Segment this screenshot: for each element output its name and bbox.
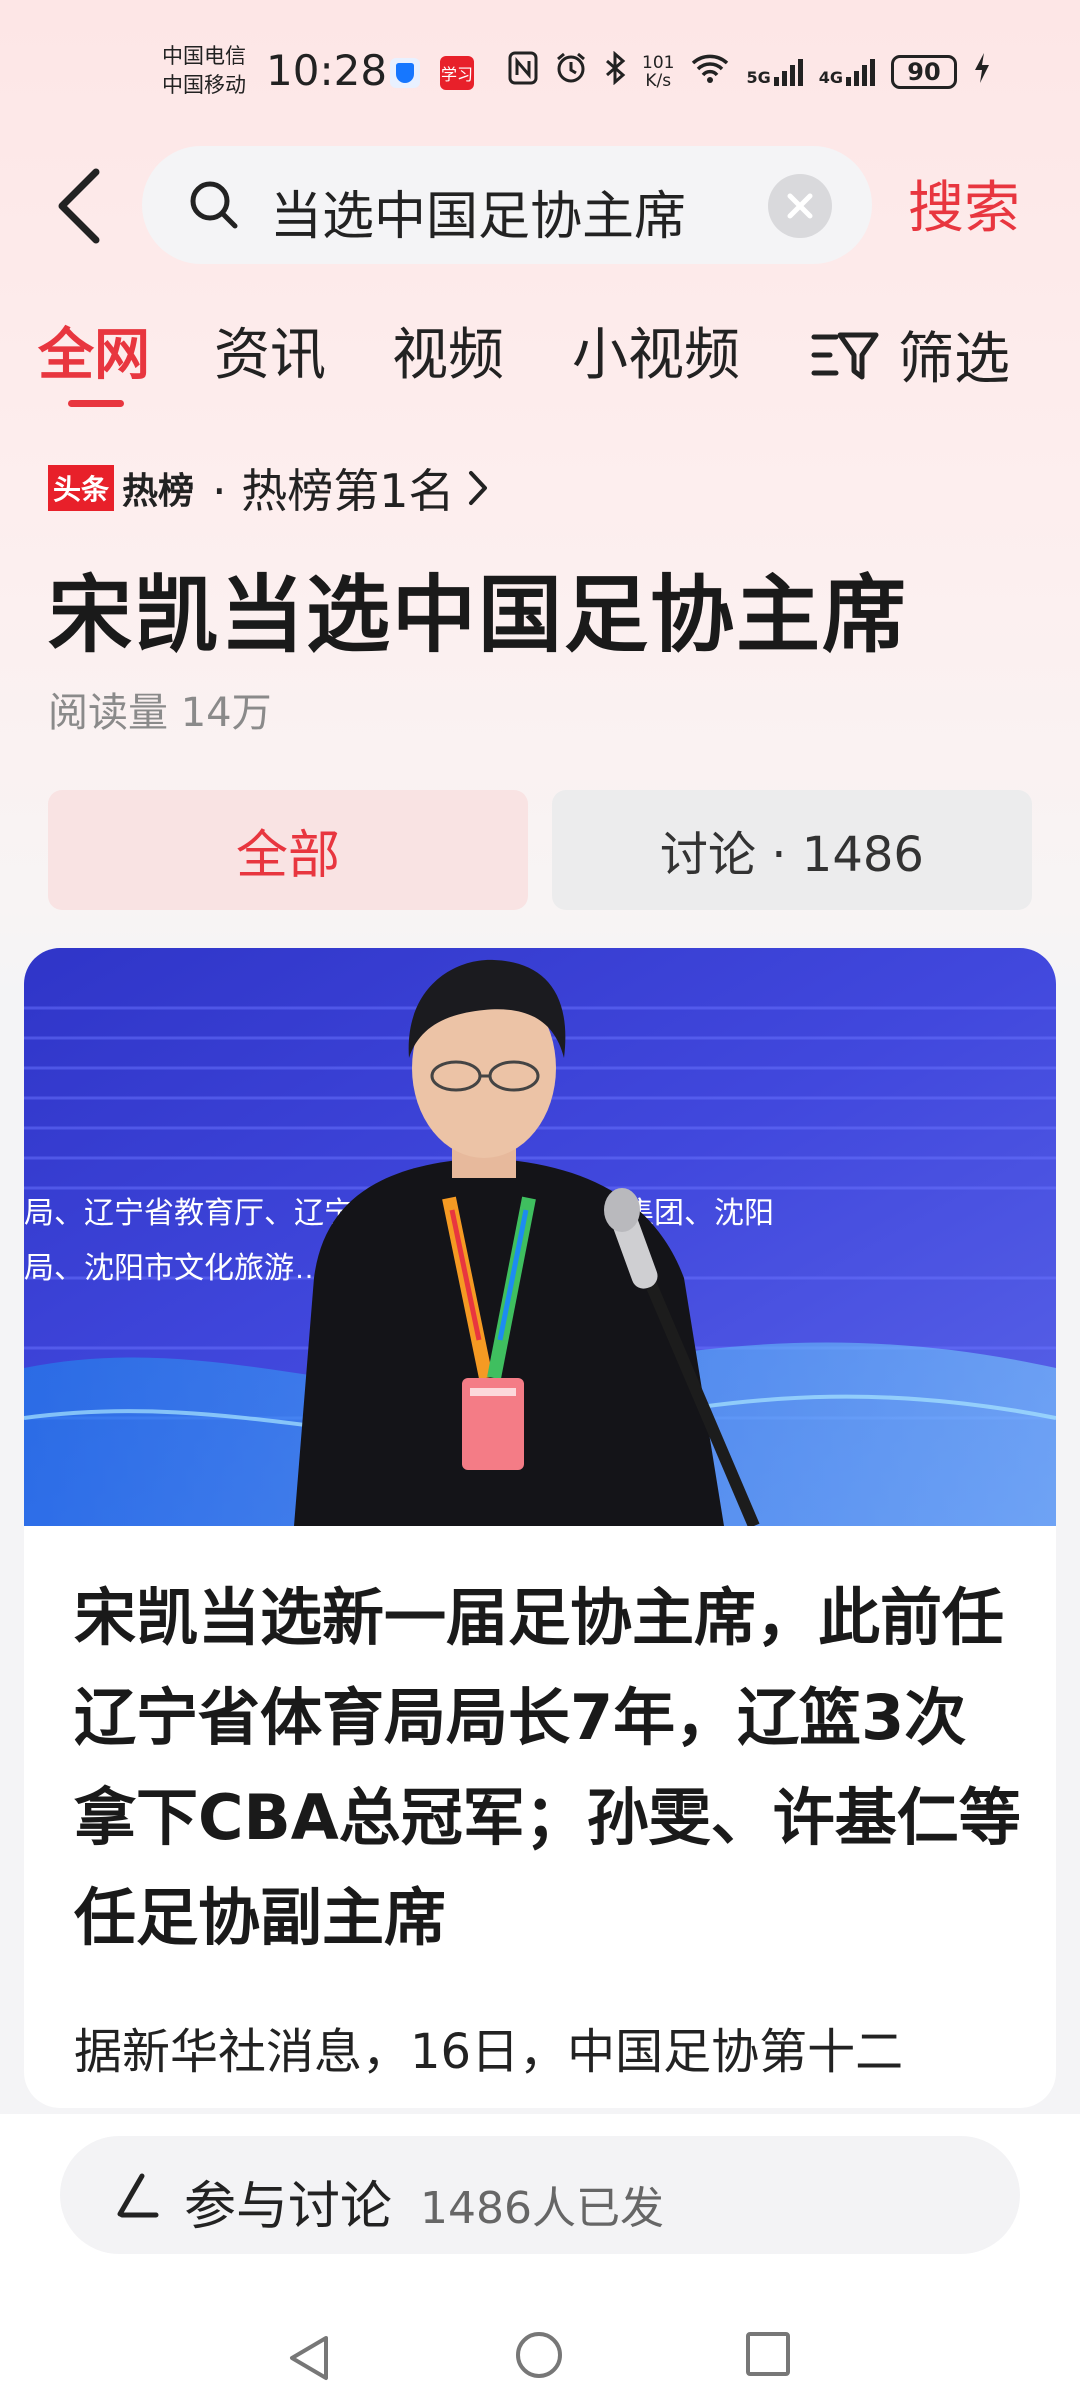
- carrier-1: 中国电信: [162, 44, 246, 68]
- signal-5g-icon: 5G: [746, 57, 803, 87]
- filter-label: 筛选: [898, 327, 1010, 392]
- article-title[interactable]: 宋凯当选新一届足协主席，此前任辽宁省体育局局长7年，辽篮3次拿下CBA总冠军；孙…: [74, 1568, 1024, 1968]
- article-snippet: 据新华社消息，16日，中国足协第十二: [74, 2024, 904, 2080]
- tab-video[interactable]: 视频: [392, 310, 504, 391]
- join-discussion-label: 参与讨论: [184, 2177, 393, 2237]
- nav-back-icon[interactable]: [286, 2334, 330, 2382]
- segment-discussion-button[interactable]: 讨论 · 1486: [552, 790, 1032, 910]
- signal-4g-icon: 4G: [819, 57, 875, 87]
- bottom-area: 参与讨论 1486人已发: [0, 2114, 1080, 2400]
- article-photo[interactable]: 局、辽宁省教育厅、辽宁省…辽宁省体育产业集团、沈阳 局、沈阳市文化旅游…体育局、…: [24, 948, 1056, 1526]
- battery-indicator: 90: [890, 55, 957, 89]
- hot-rank-text: · 热榜第1名: [212, 464, 455, 518]
- charging-icon: [973, 52, 991, 92]
- filter-button[interactable]: 筛选: [810, 314, 1010, 395]
- back-button[interactable]: [52, 166, 112, 246]
- category-tabs: 全网 资讯 视频 小视频 筛选: [0, 300, 1080, 410]
- hot-list-label: 热榜: [122, 471, 195, 512]
- carrier-2: 中国移动: [162, 73, 246, 97]
- carrier-info: 中国电信 中国移动: [162, 42, 246, 100]
- join-discussion-bar[interactable]: 参与讨论 1486人已发: [60, 2136, 1020, 2254]
- close-icon: [787, 193, 813, 219]
- chevron-right-icon: [468, 471, 487, 505]
- alarm-icon: [554, 51, 588, 93]
- system-nav-bar: [0, 2304, 1080, 2400]
- status-bar: 中国电信 中国移动 10:28 学习 101 K/s 5G 4G 90: [0, 0, 1080, 140]
- active-tab-indicator: [68, 400, 124, 407]
- status-time: 10:28: [266, 46, 388, 95]
- wifi-icon: [690, 52, 730, 92]
- security-app-icon: [390, 58, 420, 88]
- search-input[interactable]: 当选中国足协主席: [270, 174, 686, 249]
- topic-title: 宋凯当选中国足协主席: [48, 566, 909, 664]
- discussion-count: 1486人已发: [420, 2183, 664, 2234]
- toutiao-badge: 头条: [48, 465, 115, 511]
- segment-all-button[interactable]: 全部: [48, 790, 528, 910]
- search-bar[interactable]: 当选中国足协主席: [142, 146, 872, 264]
- clear-search-button[interactable]: [768, 174, 832, 238]
- filter-icon: [811, 332, 879, 379]
- study-app-icon: 学习: [440, 56, 474, 90]
- tab-all[interactable]: 全网: [38, 310, 150, 391]
- pen-icon: [112, 2170, 162, 2224]
- chevron-left-icon: [58, 168, 100, 244]
- status-icons: 101 K/s 5G 4G 90: [508, 50, 991, 94]
- search-icon: [188, 179, 240, 235]
- read-count: 阅读量 14万: [48, 690, 272, 736]
- tab-short-video[interactable]: 小视频: [572, 310, 740, 391]
- article-card[interactable]: 局、辽宁省教育厅、辽宁省…辽宁省体育产业集团、沈阳 局、沈阳市文化旅游…体育局、…: [24, 948, 1056, 2108]
- nfc-icon: [508, 51, 538, 93]
- nav-recents-icon[interactable]: [746, 2332, 790, 2376]
- tab-news[interactable]: 资讯: [214, 310, 326, 391]
- bluetooth-icon: [604, 50, 626, 93]
- search-submit-button[interactable]: 搜索: [908, 163, 1020, 244]
- nav-home-icon[interactable]: [516, 2332, 562, 2378]
- net-speed: 101 K/s: [642, 53, 675, 91]
- hot-list-link[interactable]: 头条 热榜 · 热榜第1名: [48, 460, 489, 518]
